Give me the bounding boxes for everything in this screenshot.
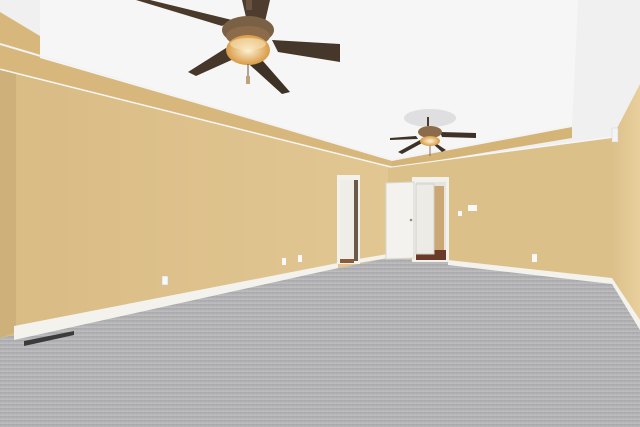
light-switch [468,205,477,211]
outlet [532,254,537,262]
open-door [385,181,415,260]
bedroom-scene [0,0,640,427]
thermostat [458,211,462,216]
outlet [161,275,169,286]
outlet [298,255,302,262]
entry-doorway [412,177,449,262]
room-illustration [0,0,640,427]
outlet [282,258,286,265]
smoke-detector [611,127,619,143]
closet-doorway [337,175,360,264]
